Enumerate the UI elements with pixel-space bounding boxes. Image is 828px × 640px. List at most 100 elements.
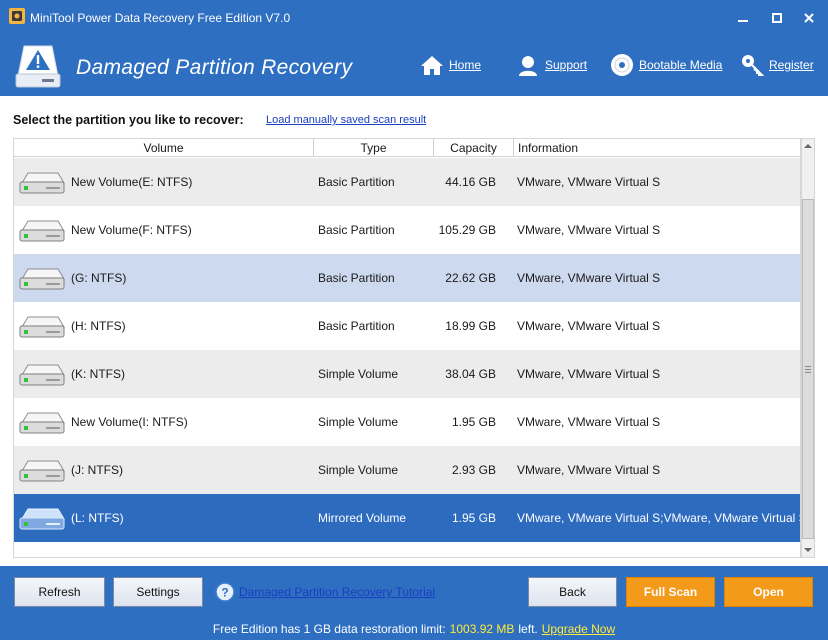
arrow-up-icon — [804, 144, 812, 148]
type-cell: Basic Partition — [318, 175, 395, 189]
volume-cell: New Volume(F: NTFS) — [14, 206, 314, 254]
table-row[interactable]: (J: NTFS) Simple Volume 2.93 GB VMware, … — [14, 446, 800, 494]
close-icon — [804, 13, 814, 23]
type-cell: Basic Partition — [318, 223, 395, 237]
volume-cell: New Volume(I: NTFS) — [14, 398, 314, 446]
capacity-cell: 2.93 GB — [451, 463, 496, 477]
column-capacity[interactable]: Capacity — [434, 139, 514, 157]
main-panel: Select the partition you like to recover… — [0, 96, 828, 566]
table-row[interactable]: (G: NTFS) Basic Partition 22.62 GB VMwar… — [14, 254, 800, 302]
header-banner: Damaged Partition Recovery Home Support … — [0, 34, 828, 96]
table-row[interactable]: New Volume(F: NTFS) Basic Partition 105.… — [14, 206, 800, 254]
load-scan-result-link[interactable]: Load manually saved scan result — [266, 114, 426, 126]
hard-drive-icon — [19, 316, 65, 338]
support-icon — [519, 54, 537, 76]
open-button[interactable]: Open — [724, 577, 813, 607]
arrow-down-icon — [804, 548, 812, 552]
remaining-quota: 1003.92 MB — [449, 622, 515, 636]
maximize-button[interactable] — [764, 8, 790, 28]
table-row[interactable]: (H: NTFS) Basic Partition 18.99 GB VMwar… — [14, 302, 800, 350]
key-icon — [742, 55, 764, 76]
table-header: Volume Type Capacity Information — [14, 139, 800, 157]
disc-icon — [611, 54, 633, 76]
volume-cell: (H: NTFS) — [14, 302, 314, 350]
select-partition-label: Select the partition you like to recover… — [13, 113, 244, 127]
hard-drive-icon — [19, 412, 65, 434]
volume-cell: (J: NTFS) — [14, 446, 314, 494]
volume-cell: New Volume(E: NTFS) — [14, 158, 314, 206]
type-cell: Simple Volume — [318, 463, 399, 477]
type-cell: Mirrored Volume — [318, 511, 407, 525]
table-scrollbar[interactable] — [801, 138, 815, 558]
scroll-down-button[interactable] — [802, 543, 814, 557]
capacity-cell: 18.99 GB — [445, 319, 496, 333]
tutorial-label: Damaged Partition Recovery Tutorial — [239, 585, 436, 599]
table-body: New Volume(E: NTFS) Basic Partition 44.1… — [14, 158, 801, 542]
type-cell: Basic Partition — [318, 319, 395, 333]
partition-table: Volume Type Capacity Information New Vol… — [13, 138, 801, 558]
nav-register[interactable]: Register — [740, 50, 814, 80]
information-cell: VMware, VMware Virtual S — [517, 223, 661, 237]
nav-support[interactable]: Support — [516, 50, 587, 80]
volume-cell: (G: NTFS) — [14, 254, 314, 302]
nav-bootable-media-label: Bootable Media — [639, 58, 723, 72]
status-prefix: Free Edition has 1 GB data restoration l… — [212, 622, 446, 636]
table-row[interactable]: New Volume(I: NTFS) Simple Volume 1.95 G… — [14, 398, 800, 446]
minimize-button[interactable] — [730, 8, 756, 28]
footer-bar: Refresh Settings ? Damaged Partition Rec… — [0, 566, 828, 618]
column-type[interactable]: Type — [314, 139, 434, 157]
window-title: MiniTool Power Data Recovery Free Editio… — [30, 11, 291, 25]
table-row-selected[interactable]: (L: NTFS) Mirrored Volume 1.95 GB VMware… — [14, 494, 801, 542]
nav-home[interactable]: Home — [420, 50, 481, 80]
status-bar: Free Edition has 1 GB data restoration l… — [0, 618, 828, 640]
volume-name: (K: NTFS) — [71, 367, 125, 381]
home-icon — [421, 56, 443, 75]
hard-drive-icon — [19, 220, 65, 242]
maximize-icon — [772, 13, 782, 23]
capacity-cell: 38.04 GB — [445, 367, 496, 381]
app-window: MiniTool Power Data Recovery Free Editio… — [0, 0, 828, 640]
nav-bootable-media[interactable]: Bootable Media — [610, 50, 722, 80]
information-cell: VMware, VMware Virtual S — [517, 175, 661, 189]
nav-home-label: Home — [449, 58, 482, 72]
volume-name: New Volume(F: NTFS) — [71, 223, 192, 237]
information-cell: VMware, VMware Virtual S — [517, 415, 661, 429]
type-cell: Basic Partition — [318, 271, 395, 285]
table-row[interactable]: (K: NTFS) Simple Volume 38.04 GB VMware,… — [14, 350, 800, 398]
type-cell: Simple Volume — [318, 415, 399, 429]
nav-support-label: Support — [545, 58, 588, 72]
refresh-button[interactable]: Refresh — [14, 577, 105, 607]
table-row[interactable]: New Volume(E: NTFS) Basic Partition 44.1… — [14, 158, 800, 206]
full-scan-button[interactable]: Full Scan — [626, 577, 715, 607]
hard-drive-icon — [19, 172, 65, 194]
information-cell: VMware, VMware Virtual S — [517, 271, 661, 285]
type-cell: Simple Volume — [318, 367, 399, 381]
help-icon: ? — [215, 582, 235, 602]
warning-drive-icon — [15, 45, 61, 88]
volume-cell: (K: NTFS) — [14, 350, 314, 398]
settings-button[interactable]: Settings — [113, 577, 203, 607]
close-button[interactable] — [796, 8, 822, 28]
volume-cell: (L: NTFS) — [14, 494, 314, 542]
nav-register-label: Register — [769, 58, 814, 72]
title-bar[interactable]: MiniTool Power Data Recovery Free Editio… — [0, 0, 828, 34]
upgrade-now-link[interactable]: Upgrade Now — [542, 622, 615, 636]
scroll-thumb[interactable] — [802, 199, 814, 539]
information-cell: VMware, VMware Virtual S — [517, 463, 661, 477]
capacity-cell: 105.29 GB — [438, 223, 496, 237]
information-cell: VMware, VMware Virtual S — [517, 367, 661, 381]
column-volume[interactable]: Volume — [14, 139, 314, 157]
scroll-up-button[interactable] — [802, 139, 814, 153]
column-information[interactable]: Information — [514, 139, 800, 157]
back-button[interactable]: Back — [528, 577, 617, 607]
volume-name: (L: NTFS) — [71, 511, 124, 525]
capacity-cell: 1.95 GB — [451, 511, 496, 525]
hard-drive-icon — [19, 268, 65, 290]
information-cell: VMware, VMware Virtual S;VMware, VMware … — [517, 511, 801, 525]
hard-drive-icon — [19, 364, 65, 386]
page-title: Damaged Partition Recovery — [76, 56, 353, 79]
volume-name: (G: NTFS) — [71, 271, 127, 285]
capacity-cell: 22.62 GB — [445, 271, 496, 285]
tutorial-link[interactable]: ? Damaged Partition Recovery Tutorial — [215, 582, 435, 602]
information-cell: VMware, VMware Virtual S — [517, 319, 661, 333]
